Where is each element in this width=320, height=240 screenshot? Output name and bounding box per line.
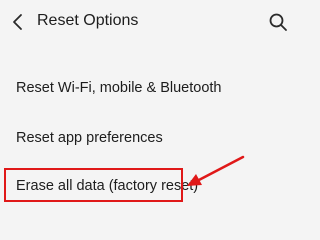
- chevron-left-icon: [5, 10, 31, 34]
- back-button[interactable]: [5, 10, 31, 34]
- page-title: Reset Options: [37, 12, 139, 29]
- erase-all-data-item[interactable]: Erase all data (factory reset): [16, 177, 198, 195]
- app-bar: Reset Options: [0, 0, 300, 42]
- reset-wifi-mobile-bluetooth-item[interactable]: Reset Wi-Fi, mobile & Bluetooth: [16, 79, 222, 97]
- search-button[interactable]: [265, 9, 291, 35]
- search-icon: [265, 9, 291, 35]
- reset-app-preferences-item[interactable]: Reset app preferences: [16, 129, 163, 147]
